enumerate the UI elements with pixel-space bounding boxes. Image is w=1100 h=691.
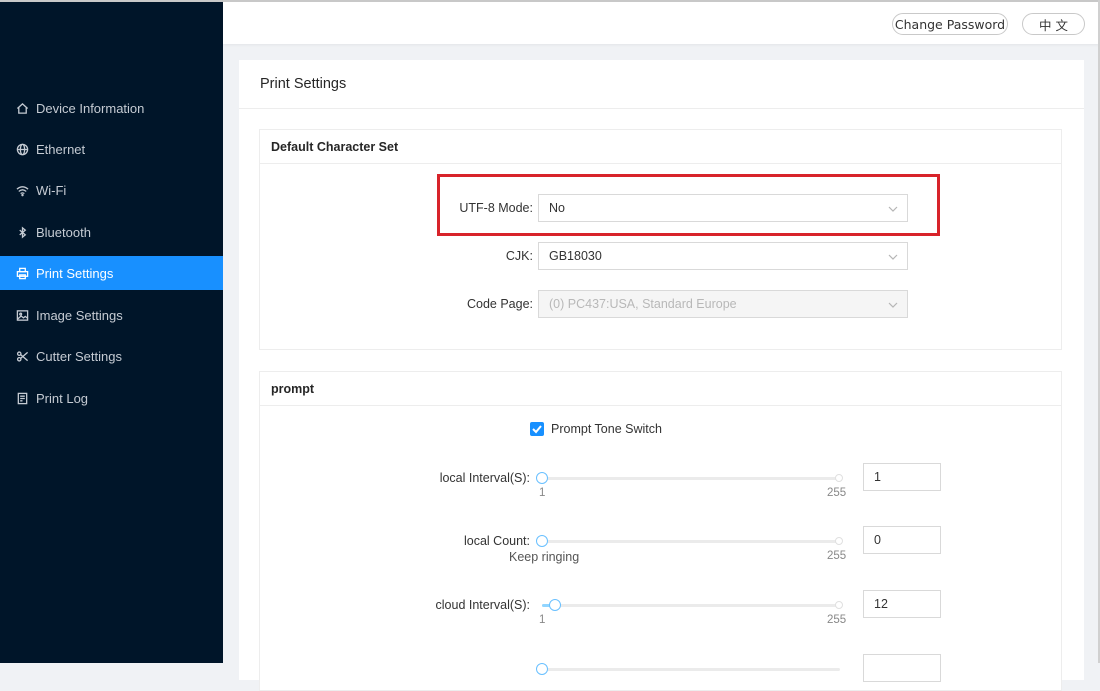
check-icon <box>532 425 542 434</box>
sidebar-item-label: Device Information <box>36 100 145 116</box>
language-toggle-button[interactable]: 中 文 <box>1022 13 1085 35</box>
cloud-interval-slider[interactable] <box>542 599 843 611</box>
slider-handle[interactable] <box>536 535 548 547</box>
sidebar-item-label: Print Log <box>36 390 89 406</box>
highlight-box <box>437 174 940 236</box>
code-page-label: Code Page: <box>466 297 533 311</box>
sidebar-item-label: Cutter Settings <box>36 348 122 364</box>
cjk-value: GB18030 <box>549 249 602 263</box>
printer-icon <box>15 266 29 280</box>
code-page-value: (0) PC437:USA, Standard Europe <box>549 297 737 311</box>
slider-end-dot <box>835 474 843 482</box>
sidebar-item-device-information[interactable]: Device Information <box>0 91 223 125</box>
sidebar-item-label: Bluetooth <box>36 224 91 240</box>
cloud-interval-label: cloud Interval(S): <box>435 598 530 612</box>
prompt-tone-checkbox[interactable] <box>530 422 544 436</box>
charset-panel: Default Character Set UTF-8 Mode: No CJK… <box>259 129 1062 350</box>
chevron-down-icon <box>888 251 898 261</box>
slider-handle[interactable] <box>536 472 548 484</box>
globe-icon <box>15 142 29 156</box>
change-password-button[interactable]: Change Password <box>892 13 1008 35</box>
local-count-input[interactable]: 0 <box>863 526 941 554</box>
sidebar-item-print-settings[interactable]: Print Settings <box>0 256 223 290</box>
chevron-down-icon <box>888 299 898 309</box>
prompt-panel-title: prompt <box>260 372 1061 406</box>
slider-min-mark: 1 <box>539 614 546 626</box>
print-settings-card: Print Settings Default Character Set UTF… <box>239 60 1084 691</box>
next-slider[interactable] <box>536 663 840 675</box>
sidebar: Device Information Ethernet Wi-Fi Blueto… <box>0 0 223 663</box>
log-icon <box>15 391 29 405</box>
bluetooth-icon <box>15 225 29 239</box>
sidebar-item-print-log[interactable]: Print Log <box>0 381 223 415</box>
scissors-icon <box>15 349 29 363</box>
page-title: Print Settings <box>239 60 1084 109</box>
sidebar-item-bluetooth[interactable]: Bluetooth <box>0 215 223 249</box>
wifi-icon <box>15 183 29 197</box>
sidebar-item-label: Ethernet <box>36 141 86 157</box>
slider-end-dot <box>835 537 843 545</box>
local-interval-label: local Interval(S): <box>439 471 530 485</box>
cloud-interval-input[interactable]: 12 <box>863 590 941 618</box>
prompt-panel: prompt Prompt Tone Switch local Interval… <box>259 371 1062 691</box>
slider-max-mark: 255 <box>827 487 847 499</box>
local-count-slider[interactable] <box>536 535 843 547</box>
sidebar-item-label: Print Settings <box>36 265 114 281</box>
sidebar-item-ethernet[interactable]: Ethernet <box>0 132 223 166</box>
top-header: Change Password 中 文 <box>223 0 1100 44</box>
slider-handle[interactable] <box>548 599 561 611</box>
sidebar-item-cutter-settings[interactable]: Cutter Settings <box>0 339 223 373</box>
next-input[interactable] <box>863 654 941 682</box>
cjk-select[interactable]: GB18030 <box>538 242 908 270</box>
prompt-tone-label: Prompt Tone Switch <box>551 422 662 436</box>
cjk-label: CJK: <box>505 249 533 263</box>
slider-end-dot <box>835 601 843 609</box>
slider-min-mark: 1 <box>539 487 546 499</box>
local-interval-input[interactable]: 1 <box>863 463 941 491</box>
sidebar-item-label: Wi-Fi <box>36 182 67 198</box>
code-page-select: (0) PC437:USA, Standard Europe <box>538 290 908 318</box>
home-icon <box>15 101 29 115</box>
slider-min-mark: Keep ringing <box>509 550 580 564</box>
local-interval-slider[interactable] <box>536 472 843 484</box>
sidebar-item-label: Image Settings <box>36 307 123 323</box>
slider-max-mark: 255 <box>827 550 847 562</box>
slider-handle[interactable] <box>536 663 548 675</box>
charset-panel-title: Default Character Set <box>260 130 1061 164</box>
image-icon <box>15 308 29 322</box>
sidebar-item-wifi[interactable]: Wi-Fi <box>0 173 223 207</box>
slider-max-mark: 255 <box>827 614 847 626</box>
local-count-label: local Count: <box>463 534 530 548</box>
sidebar-item-image-settings[interactable]: Image Settings <box>0 298 223 332</box>
